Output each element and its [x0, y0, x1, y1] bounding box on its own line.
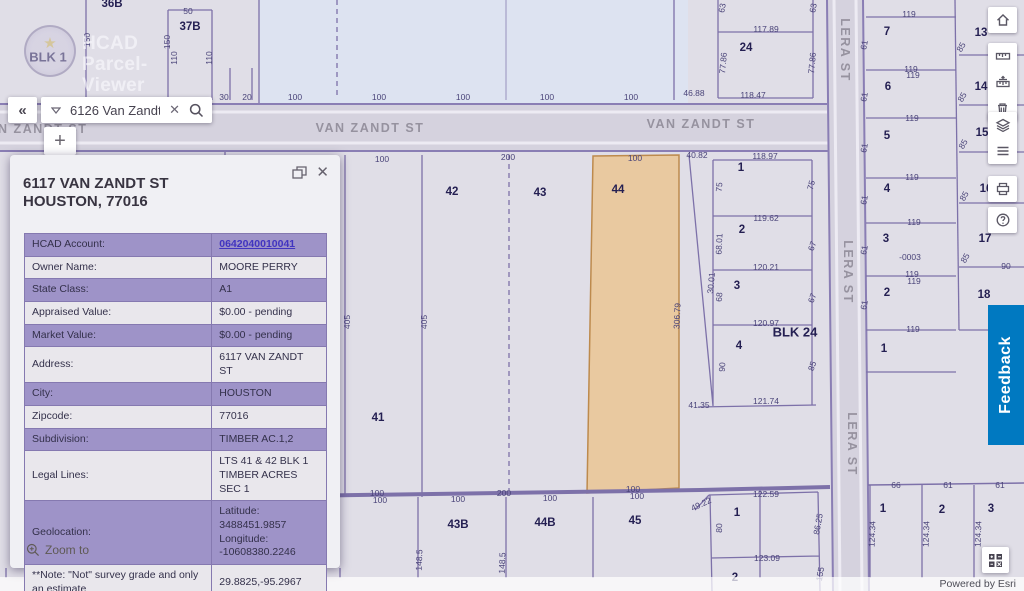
row-label: Zipcode: — [25, 406, 212, 429]
row-label: Subdivision: — [25, 428, 212, 451]
row-label: Address: — [25, 347, 212, 383]
row-value: $0.00 - pending — [212, 324, 327, 347]
search-bar[interactable]: ✕ — [41, 97, 212, 123]
row-label: Market Value: — [25, 324, 212, 347]
table-row: State Class:A1 — [25, 279, 327, 302]
row-value: Latitude: 3488451.9857 Longitude: -10608… — [212, 501, 327, 565]
popup-title-city: HOUSTON, 77016 — [23, 193, 169, 211]
dock-popup-icon[interactable] — [292, 166, 307, 184]
zoom-to-icon — [26, 543, 40, 557]
search-clear-icon[interactable]: ✕ — [162, 102, 187, 118]
zoom-to-button[interactable]: Zoom to — [26, 543, 89, 557]
row-value: $0.00 - pending — [212, 301, 327, 324]
hcad-parcel-viewer: VAN ZANDT STVAN ZANDT STVAN ZANDT STLERA… — [0, 0, 1024, 591]
collapse-panel-button[interactable]: « — [8, 97, 37, 123]
basemap-grid-icon — [988, 553, 1003, 568]
table-row: Market Value:$0.00 - pending — [25, 324, 327, 347]
measure-distance-icon[interactable] — [988, 43, 1017, 69]
row-value: LTS 41 & 42 BLK 1 TIMBER ACRES SEC 1 — [212, 451, 327, 501]
row-value: HOUSTON — [212, 383, 327, 406]
popup-title: 6117 VAN ZANDT ST HOUSTON, 77016 — [23, 175, 169, 211]
table-row: Zipcode:77016 — [25, 406, 327, 429]
logo-star-icon: ★ — [26, 34, 74, 52]
close-popup-icon[interactable]: ✕ — [316, 163, 329, 181]
table-row: **Note: "Not" survey grade and only an e… — [25, 564, 327, 591]
legend-icon[interactable] — [988, 138, 1017, 164]
toolbar-print-group — [988, 176, 1017, 202]
table-row: Owner Name:MOORE PERRY — [25, 256, 327, 279]
search-input[interactable] — [68, 102, 162, 119]
hcad-logo: ★ — [24, 25, 76, 77]
table-row: Appraised Value:$0.00 - pending — [25, 301, 327, 324]
toolbar-help-group — [988, 207, 1017, 233]
row-value: 0642040010041 — [212, 234, 327, 257]
row-value: TIMBER AC.1,2 — [212, 428, 327, 451]
print-icon[interactable] — [988, 176, 1017, 202]
search-source-dropdown-icon[interactable] — [51, 101, 61, 119]
basemap-gallery-button[interactable] — [982, 547, 1009, 573]
table-row: Subdivision:TIMBER AC.1,2 — [25, 428, 327, 451]
row-label: Legal Lines: — [25, 451, 212, 501]
help-icon[interactable] — [988, 207, 1017, 233]
hcad-account-link[interactable]: 0642040010041 — [219, 238, 295, 250]
search-icon[interactable] — [187, 103, 212, 118]
toolbar-measure-group — [988, 43, 1017, 121]
table-row: City:HOUSTON — [25, 383, 327, 406]
popup-table: HCAD Account: 0642040010041 Owner Name:MOO… — [24, 233, 327, 591]
esri-attribution: Powered by Esri — [940, 578, 1016, 590]
feedback-label: Feedback — [997, 336, 1015, 414]
measure-area-icon[interactable] — [988, 69, 1017, 95]
toolbar-layers-group — [988, 112, 1017, 164]
zoom-in-button[interactable]: + — [44, 127, 76, 155]
table-row: Legal Lines:LTS 41 & 42 BLK 1 TIMBER ACR… — [25, 451, 327, 501]
app-title-line1: HCAD Parcel-Viewer — [82, 33, 147, 96]
zoom-to-label: Zoom to — [45, 543, 89, 557]
row-value: 77016 — [212, 406, 327, 429]
row-label: Appraised Value: — [25, 301, 212, 324]
parcel-info-popup: ✕ 6117 VAN ZANDT ST HOUSTON, 77016 HCAD … — [10, 155, 340, 568]
table-row: HCAD Account: 0642040010041 — [25, 234, 327, 257]
row-label: State Class: — [25, 279, 212, 302]
toolbar-home-group — [988, 7, 1017, 33]
row-value: MOORE PERRY — [212, 256, 327, 279]
row-label: HCAD Account: — [25, 234, 212, 257]
layers-icon[interactable] — [988, 112, 1017, 138]
popup-title-address: 6117 VAN ZANDT ST — [23, 175, 169, 193]
feedback-button[interactable]: Feedback — [988, 305, 1024, 445]
row-value: 29.8825,-95.2967 — [212, 564, 327, 591]
home-icon[interactable] — [988, 7, 1017, 33]
table-row: Address:6117 VAN ZANDT ST — [25, 347, 327, 383]
row-label: Owner Name: — [25, 256, 212, 279]
row-label: **Note: "Not" survey grade and only an e… — [25, 564, 212, 591]
row-value: A1 — [212, 279, 327, 302]
selected-parcel-44[interactable] — [587, 155, 679, 493]
row-label: City: — [25, 383, 212, 406]
row-value: 6117 VAN ZANDT ST — [212, 347, 327, 383]
